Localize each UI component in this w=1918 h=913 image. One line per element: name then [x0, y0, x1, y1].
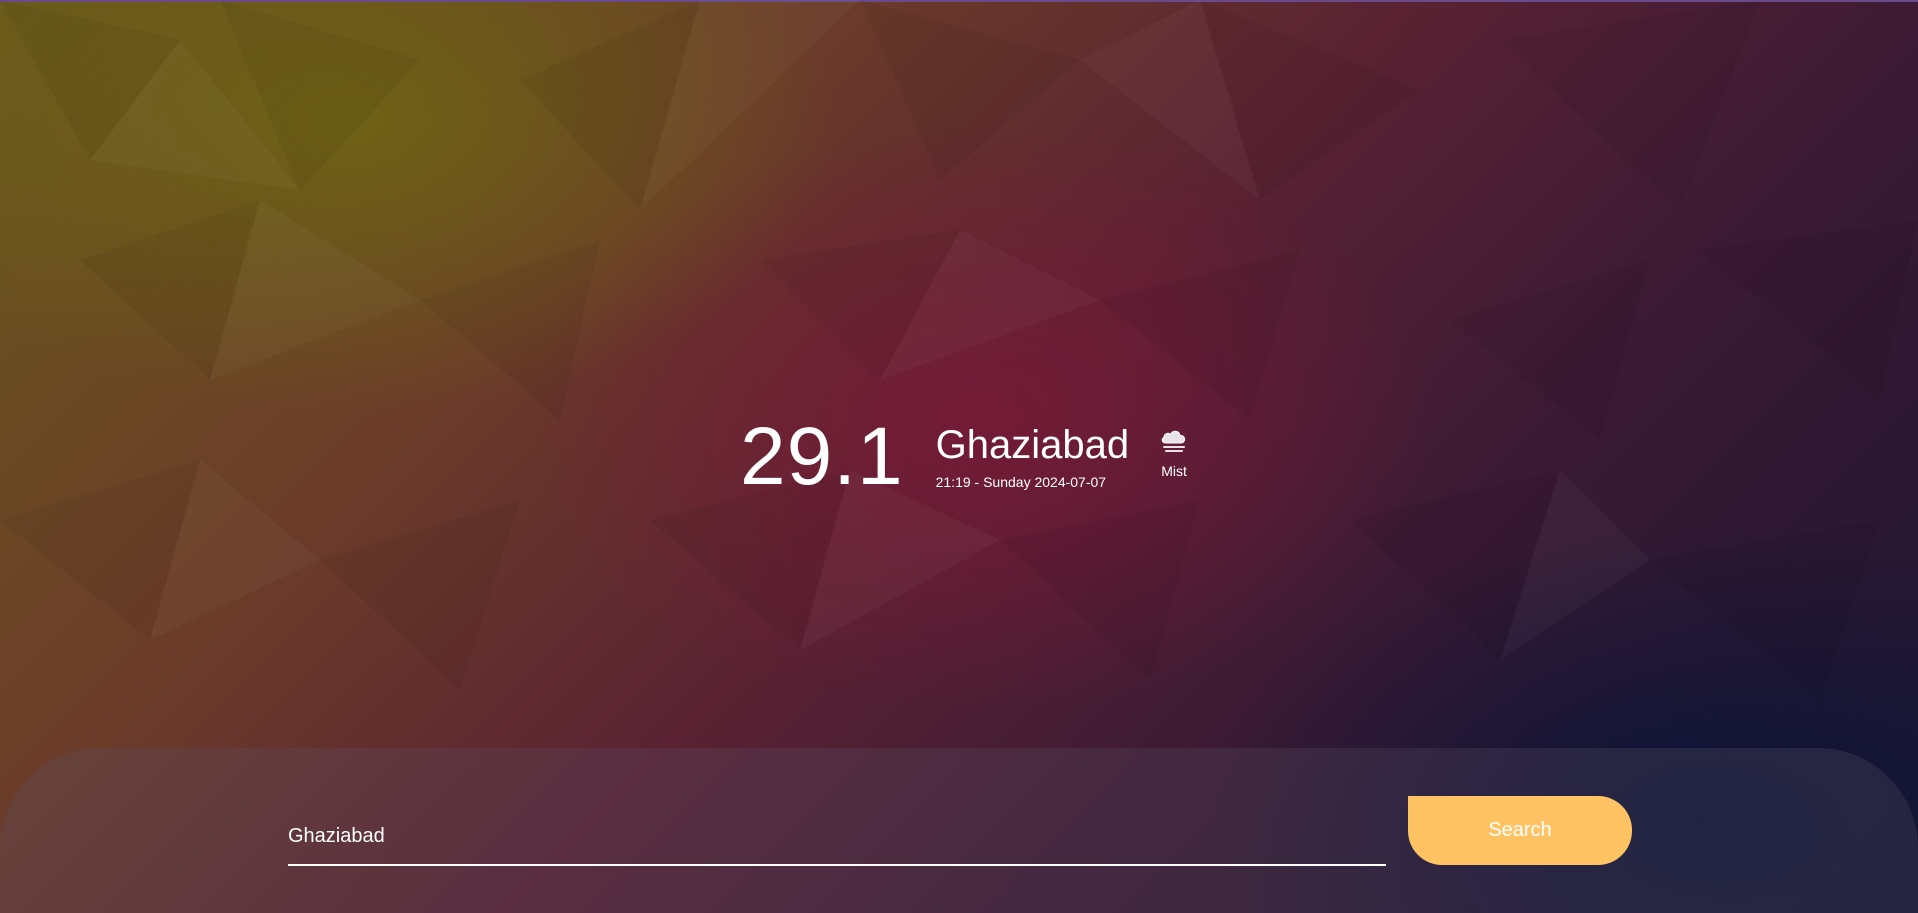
top-border-line — [0, 0, 1918, 2]
condition-label: Mist — [1161, 463, 1187, 479]
search-button[interactable]: Search — [1408, 796, 1632, 865]
city-name: Ghaziabad — [935, 423, 1130, 467]
weather-summary: 29.1 Ghaziabad 21:19 - Sunday 2024-07-07… — [740, 412, 1189, 502]
city-search-input[interactable] — [288, 808, 1386, 866]
location-block: Ghaziabad 21:19 - Sunday 2024-07-07 — [936, 422, 1129, 492]
date-time: 21:19 - Sunday 2024-07-07 — [935, 474, 1107, 490]
temperature-value: 29.1 — [740, 411, 904, 502]
cloud-mist-icon — [1159, 428, 1189, 454]
weather-condition: Mist — [1159, 428, 1189, 480]
